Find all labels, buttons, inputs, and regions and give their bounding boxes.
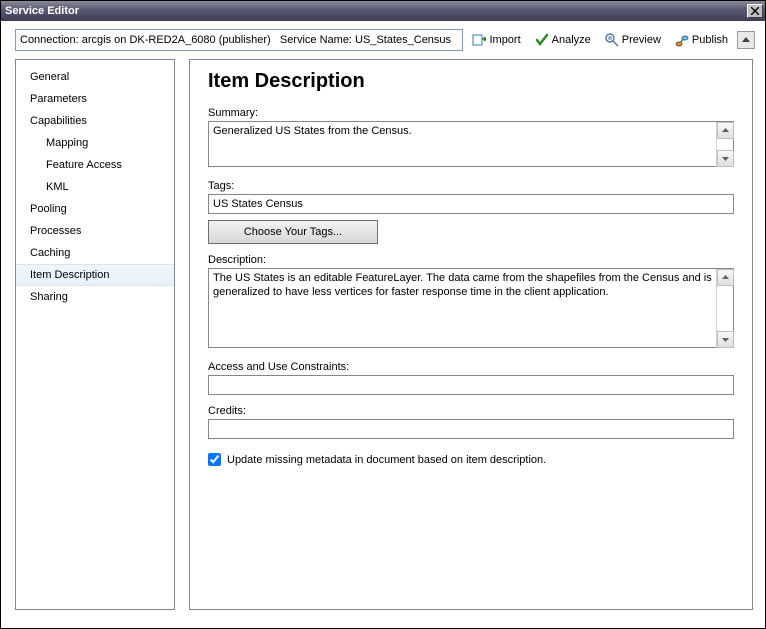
import-label: Import	[489, 34, 520, 46]
scroll-down-icon[interactable]	[717, 150, 734, 167]
sidebar-item-capabilities[interactable]: Capabilities	[16, 110, 174, 132]
scroll-up-icon[interactable]	[717, 122, 734, 139]
sidebar-item-processes[interactable]: Processes	[16, 220, 174, 242]
sidebar-item-feature-access[interactable]: Feature Access	[16, 154, 174, 176]
access-label: Access and Use Constraints:	[208, 361, 734, 373]
publish-icon	[675, 33, 689, 47]
titlebar: Service Editor	[1, 1, 765, 21]
publish-button[interactable]: Publish	[670, 29, 733, 51]
collapse-button[interactable]	[737, 31, 755, 49]
update-meta-row: Update missing metadata in document base…	[208, 453, 734, 466]
main-panel: Item Description Summary: Tags: Choose Y…	[189, 59, 753, 610]
window-title: Service Editor	[5, 5, 747, 17]
sidebar-item-mapping[interactable]: Mapping	[16, 132, 174, 154]
import-button[interactable]: Import	[467, 29, 525, 51]
sidebar: GeneralParametersCapabilitiesMappingFeat…	[15, 59, 175, 610]
access-input[interactable]	[208, 375, 734, 395]
scroll-up-icon[interactable]	[717, 269, 734, 286]
description-wrap	[208, 268, 734, 351]
sidebar-item-general[interactable]: General	[16, 66, 174, 88]
service-editor-window: Service Editor Import Analyze Preview	[0, 0, 766, 629]
update-meta-checkbox[interactable]	[208, 453, 221, 466]
close-button[interactable]	[747, 4, 763, 18]
description-label: Description:	[208, 254, 734, 266]
preview-icon	[605, 33, 619, 47]
description-input[interactable]	[208, 268, 734, 348]
analyze-button[interactable]: Analyze	[530, 29, 596, 51]
toolbar: Import Analyze Preview Publish	[1, 21, 765, 59]
credits-input[interactable]	[208, 419, 734, 439]
chevron-up-icon	[741, 35, 751, 45]
page-title: Item Description	[208, 70, 734, 93]
analyze-icon	[535, 33, 549, 47]
tags-label: Tags:	[208, 180, 734, 192]
update-meta-label: Update missing metadata in document base…	[227, 454, 546, 466]
tags-input[interactable]	[208, 194, 734, 214]
choose-tags-button[interactable]: Choose Your Tags...	[208, 220, 378, 244]
import-icon	[472, 33, 486, 47]
preview-button[interactable]: Preview	[600, 29, 666, 51]
connection-field[interactable]	[15, 29, 463, 51]
sidebar-item-sharing[interactable]: Sharing	[16, 286, 174, 308]
sidebar-item-item-description[interactable]: Item Description	[16, 264, 174, 286]
summary-wrap	[208, 121, 734, 170]
summary-label: Summary:	[208, 107, 734, 119]
close-icon	[751, 7, 759, 15]
summary-scrollbar[interactable]	[716, 122, 733, 167]
scroll-down-icon[interactable]	[717, 331, 734, 348]
publish-label: Publish	[692, 34, 728, 46]
credits-label: Credits:	[208, 405, 734, 417]
sidebar-item-parameters[interactable]: Parameters	[16, 88, 174, 110]
preview-label: Preview	[622, 34, 661, 46]
sidebar-item-caching[interactable]: Caching	[16, 242, 174, 264]
description-scrollbar[interactable]	[716, 269, 733, 348]
body: GeneralParametersCapabilitiesMappingFeat…	[1, 59, 765, 628]
analyze-label: Analyze	[552, 34, 591, 46]
sidebar-item-pooling[interactable]: Pooling	[16, 198, 174, 220]
summary-input[interactable]	[208, 121, 734, 167]
sidebar-item-kml[interactable]: KML	[16, 176, 174, 198]
